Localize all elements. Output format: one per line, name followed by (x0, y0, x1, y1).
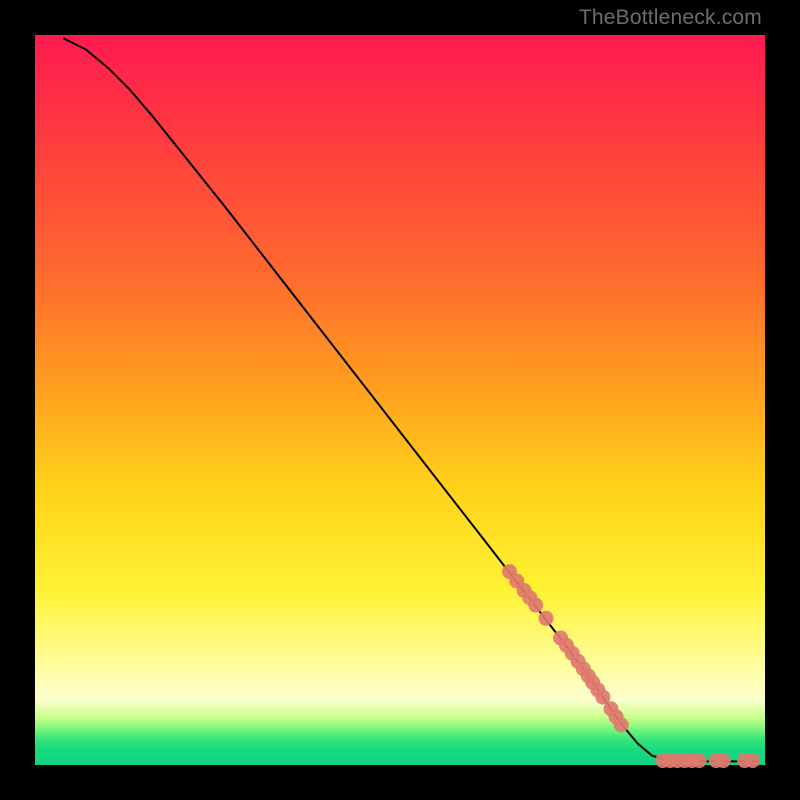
data-points (502, 564, 760, 768)
watermark-text: TheBottleneck.com (579, 6, 762, 30)
curve-line (64, 39, 758, 762)
chart-container: TheBottleneck.com (0, 0, 800, 800)
chart-overlay (35, 35, 765, 765)
